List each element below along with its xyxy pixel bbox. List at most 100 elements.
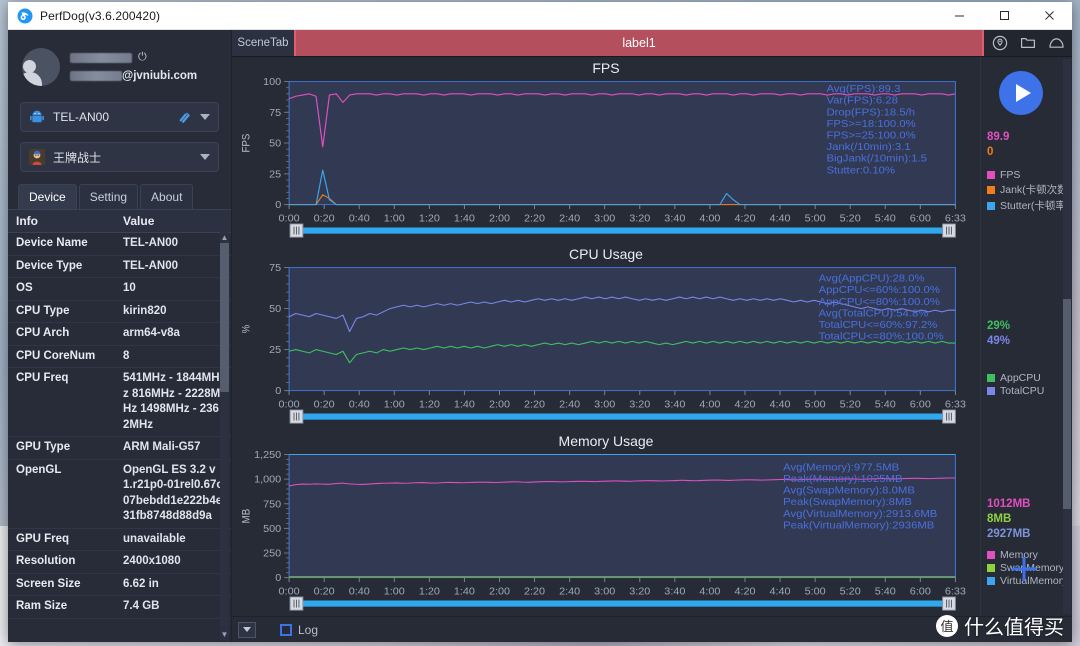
legend-item-jank[interactable]: Jank(卡顿次数) — [987, 182, 1073, 197]
table-row[interactable]: Device Name TEL-AN00 — [8, 232, 231, 256]
legend-swatch-stutter — [987, 201, 995, 210]
svg-text:FPS>=18:100.0%: FPS>=18:100.0% — [826, 118, 916, 129]
location-pin-icon[interactable] — [992, 35, 1008, 51]
svg-text:BigJank(/10min):1.5: BigJank(/10min):1.5 — [826, 153, 927, 164]
table-row[interactable]: CPU Type kirin820 — [8, 300, 231, 324]
tab-device[interactable]: Device — [18, 184, 77, 209]
usb-link-icon[interactable] — [177, 110, 192, 125]
svg-text:0:20: 0:20 — [314, 586, 335, 596]
info-key: OpenGL — [8, 459, 116, 529]
svg-text:4:40: 4:40 — [770, 214, 791, 224]
info-value: 10 — [115, 277, 231, 301]
svg-text:75: 75 — [269, 108, 281, 118]
svg-text:25: 25 — [269, 346, 281, 356]
svg-text:6:33: 6:33 — [945, 400, 966, 410]
svg-text:4:40: 4:40 — [770, 400, 791, 410]
svg-text:Peak(SwapMemory):8MB: Peak(SwapMemory):8MB — [783, 496, 912, 507]
svg-text:1:20: 1:20 — [419, 586, 440, 596]
table-row[interactable]: CPU Arch arm64-v8a — [8, 322, 231, 346]
chart-cpu-plot[interactable]: 0 25 50 75% 0:00 0:20 0:40 1:00 1:20 1:40 2:00 2:20… — [232, 264, 980, 429]
table-row[interactable]: Screen Size 6.62 in — [8, 573, 231, 597]
table-row[interactable]: CPU Freq 541MHz - 1844MHz 816MHz - 2228MH… — [8, 367, 231, 438]
info-value: 541MHz - 1844MHz 816MHz - 2228MHz 1498MH… — [115, 367, 231, 438]
cloud-icon[interactable] — [1048, 35, 1065, 51]
legend-label-jank: Jank(卡顿次数) — [1000, 184, 1072, 196]
table-row[interactable]: Resolution 2400x1080 — [8, 550, 231, 574]
table-row[interactable]: CPU CoreNum 8 — [8, 345, 231, 369]
power-icon[interactable]: ⏻ — [138, 52, 147, 63]
legend-item-appcpu[interactable]: AppCPU — [987, 372, 1073, 384]
chart-fps: FPS 0 25 50 75 100 FPS 0:00 0:20 0:40 1:00 1:20 1:4… — [232, 57, 980, 243]
play-button[interactable] — [999, 71, 1043, 115]
svg-text:FPS>=25:100.0%: FPS>=25:100.0% — [826, 130, 916, 141]
info-key: CPU Type — [8, 300, 116, 324]
svg-text:0: 0 — [275, 387, 281, 397]
svg-text:2:20: 2:20 — [524, 586, 545, 596]
device-select[interactable]: TEL-AN00 — [20, 102, 219, 132]
chevron-down-icon[interactable] — [200, 114, 210, 120]
info-key: CPU Freq — [8, 367, 116, 438]
svg-text:5:00: 5:00 — [805, 586, 826, 596]
folder-icon[interactable] — [1020, 35, 1036, 51]
info-key: GPU Freq — [8, 528, 116, 552]
legend-item-totalcpu[interactable]: TotalCPU — [987, 385, 1073, 397]
table-row[interactable]: OS 10 — [8, 277, 231, 301]
svg-text:2:00: 2:00 — [489, 586, 510, 596]
rail-scrollbar-thumb[interactable] — [1063, 299, 1071, 509]
svg-text:2:20: 2:20 — [524, 400, 545, 410]
chevron-down-icon[interactable] — [200, 154, 210, 160]
info-key: CPU CoreNum — [8, 345, 116, 369]
log-toggle[interactable]: Log — [280, 623, 318, 637]
legend-swatch-appcpu — [987, 374, 995, 382]
info-value: arm64-v8a — [115, 322, 231, 346]
table-row[interactable]: GPU Freq unavailable — [8, 528, 231, 552]
svg-text:Avg(TotalCPU):54.8%: Avg(TotalCPU):54.8% — [819, 308, 929, 319]
info-value: 8 — [115, 345, 231, 369]
close-button[interactable] — [1027, 2, 1072, 29]
sidebar-scrollbar-thumb[interactable] — [220, 232, 229, 392]
charts-area: FPS 0 25 50 75 100 FPS 0:00 0:20 0:40 1:00 1:20 1:4… — [232, 57, 1072, 616]
info-key: Device Name — [8, 232, 116, 256]
scene-label-strip[interactable]: label1 — [294, 30, 984, 56]
collapse-button[interactable] — [238, 621, 256, 638]
info-value: 6.62 in — [115, 573, 231, 597]
svg-text:Avg(Memory):977.5MB: Avg(Memory):977.5MB — [783, 462, 899, 473]
add-chart-button[interactable] — [1007, 552, 1041, 586]
tab-setting[interactable]: Setting — [78, 184, 139, 209]
info-value: 2400x1080 — [115, 550, 231, 574]
info-value: OpenGL ES 3.2 v1.r21p0-01rel0.67c07bebdd… — [115, 459, 231, 529]
svg-text:5:40: 5:40 — [875, 214, 896, 224]
scene-icon-group — [984, 30, 1072, 56]
legend-label-appcpu: AppCPU — [1000, 372, 1041, 384]
legend-label-stutter: Stutter(卡顿率) — [1000, 200, 1070, 212]
window-controls — [937, 2, 1072, 29]
minimize-button[interactable] — [937, 2, 982, 29]
svg-text:0:00: 0:00 — [279, 586, 300, 596]
sidebar-scrollbar[interactable] — [220, 232, 229, 628]
chart-fps-plot[interactable]: 0 25 50 75 100 FPS 0:00 0:20 0:40 1:00 1:20 1:40 2:0… — [232, 78, 980, 243]
watermark: 值 什么值得买 — [936, 611, 1064, 640]
table-row[interactable]: OpenGL OpenGL ES 3.2 v1.r21p0-01rel0.67c0… — [8, 459, 231, 529]
chart-fps-title: FPS — [592, 60, 620, 76]
account-email-redacted — [70, 71, 122, 81]
legend-swatch-totalcpu — [987, 387, 995, 395]
table-row[interactable]: GPU Type ARM Mali-G57 — [8, 436, 231, 460]
table-row[interactable]: Device Type TEL-AN00 — [8, 255, 231, 279]
table-row[interactable]: Ram Size 7.4 GB — [8, 595, 231, 619]
scroll-down-arrow[interactable]: ▼ — [220, 629, 229, 640]
rail-scrollbar[interactable] — [1063, 59, 1071, 614]
info-key: Screen Size — [8, 573, 116, 597]
log-checkbox[interactable] — [280, 623, 292, 636]
scene-tab[interactable]: SceneTab — [232, 30, 294, 56]
tab-about[interactable]: About — [140, 184, 194, 209]
svg-text:1:00: 1:00 — [384, 214, 405, 224]
legend-item-stutter[interactable]: Stutter(卡顿率) — [987, 198, 1073, 213]
legend-item-fps[interactable]: FPS — [987, 169, 1073, 181]
app-select[interactable]: 王牌战士 — [20, 142, 219, 172]
scroll-up-arrow[interactable]: ▲ — [220, 232, 229, 243]
maximize-button[interactable] — [982, 2, 1027, 29]
svg-text:2:40: 2:40 — [559, 400, 580, 410]
svg-text:5:20: 5:20 — [840, 400, 861, 410]
chart-cpu-title: CPU Usage — [569, 246, 643, 263]
chart-memory-plot[interactable]: 0 250 500 750 1,000 1,250 MB 0:00 0:20 0:40 1:00 1:… — [232, 451, 980, 616]
